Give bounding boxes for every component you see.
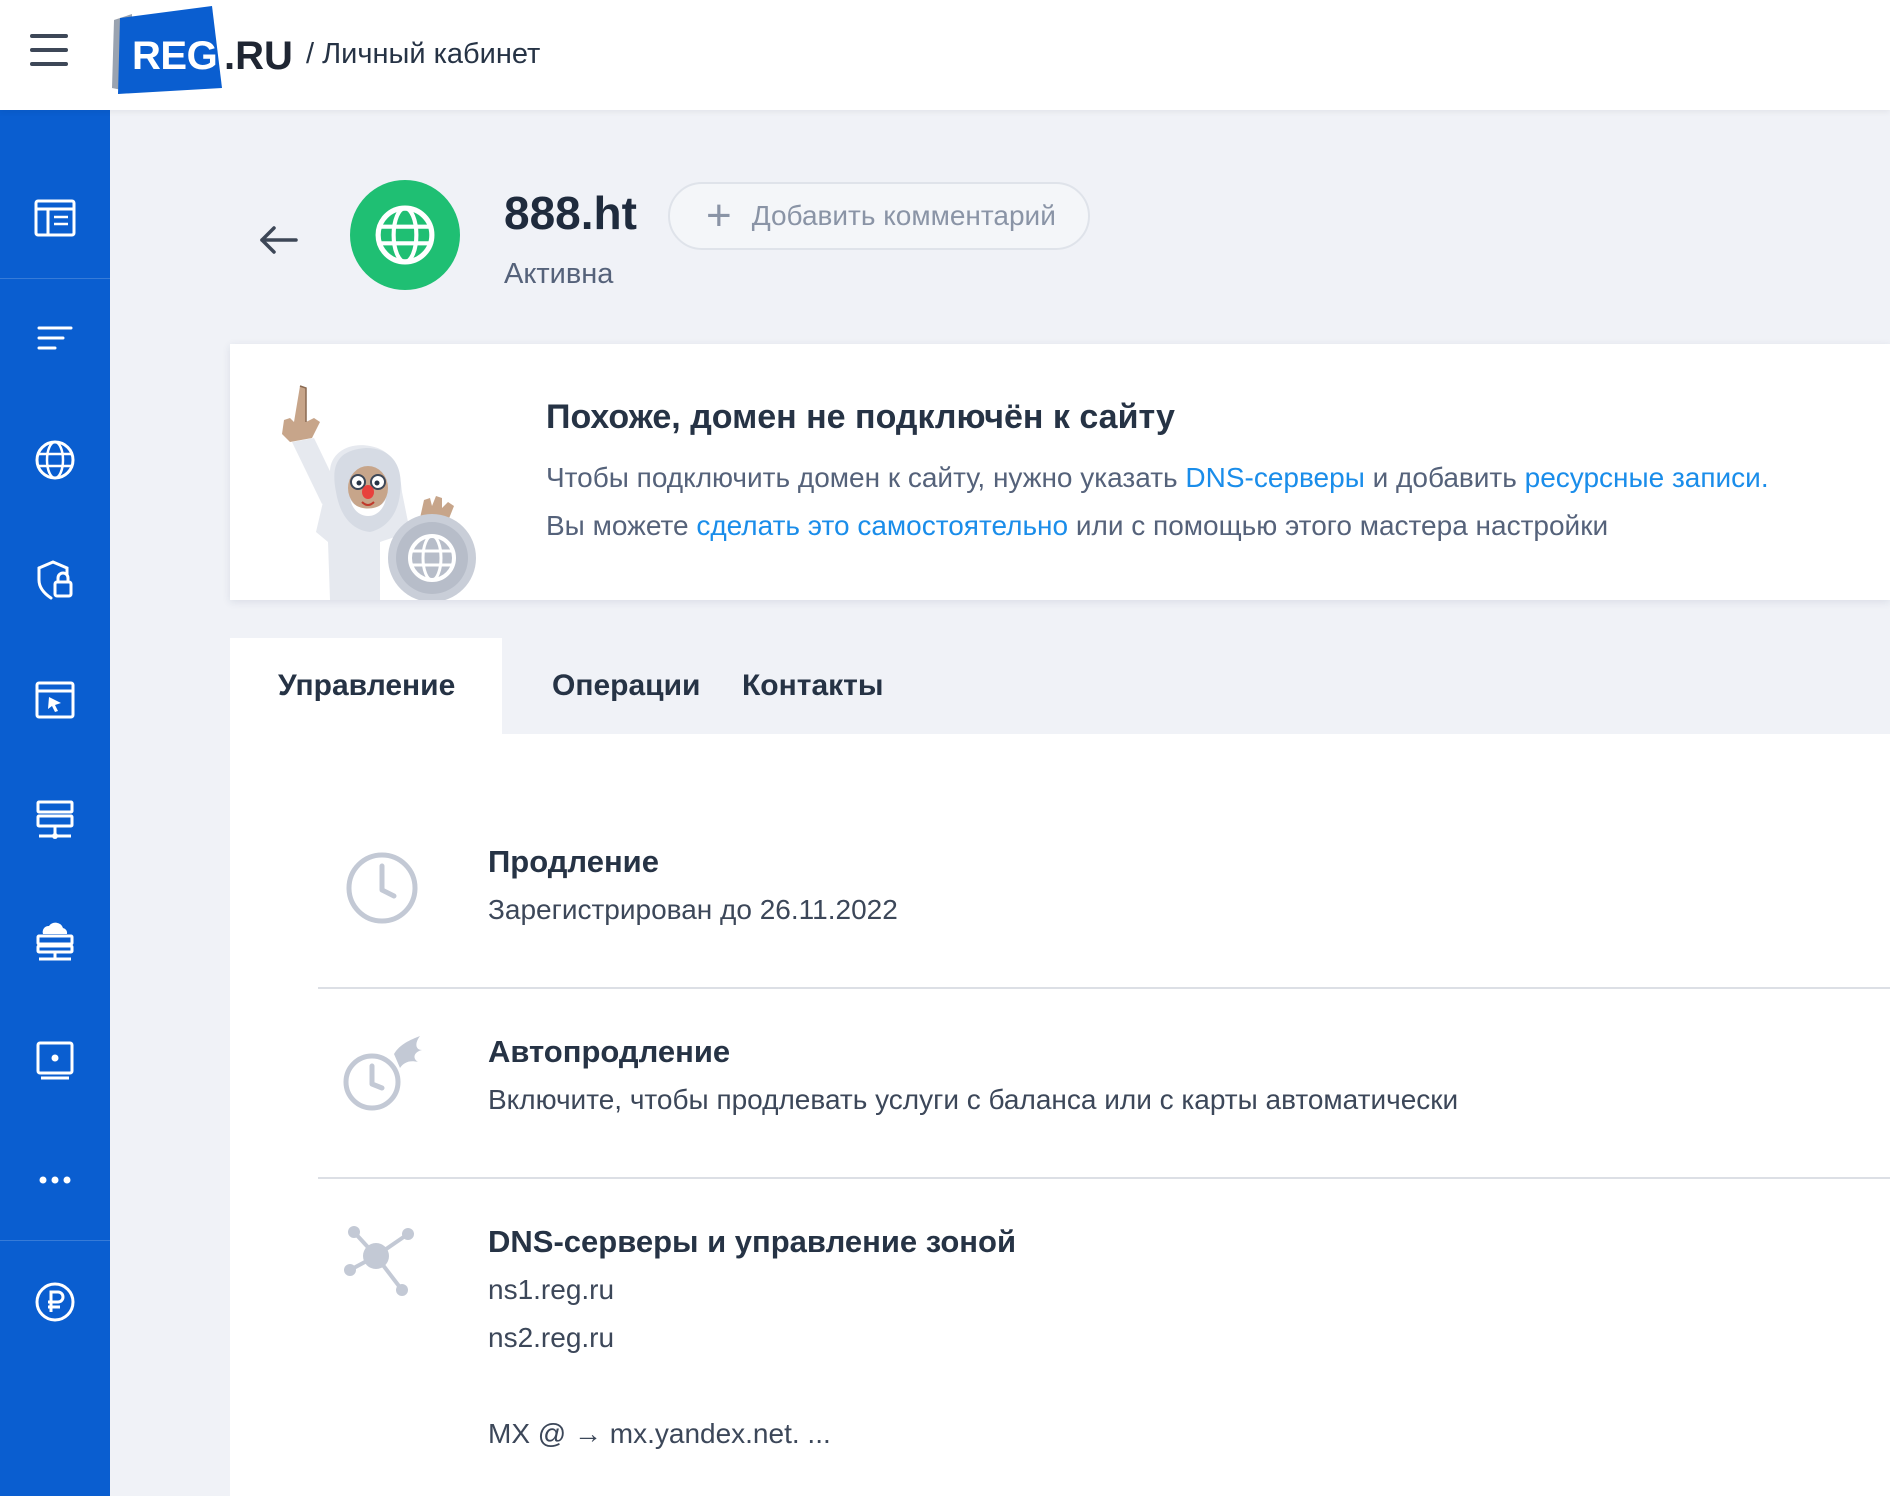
website-cursor-icon	[35, 681, 75, 719]
sidebar-item-ssl[interactable]	[0, 520, 110, 640]
server-icon	[36, 800, 74, 839]
autorenew-section[interactable]: Автопродление Включите, чтобы продлевать…	[318, 1030, 1890, 1180]
section-divider	[318, 987, 1890, 989]
autorenew-clock-icon	[343, 1036, 422, 1111]
dns-title: DNS-серверы и управление зоной	[488, 1224, 1017, 1259]
globe-icon	[375, 205, 435, 265]
autorenew-title: Автопродление	[488, 1034, 731, 1069]
notice-text: или с помощью этого мастера настройки	[1068, 510, 1609, 541]
tab-operations[interactable]: Операции	[502, 638, 742, 734]
menu-icon[interactable]	[30, 34, 68, 68]
renewal-date: Зарегистрирован до 26.11.2022	[488, 894, 898, 925]
logo-text: REG	[132, 34, 218, 78]
nameserver-1: ns1.reg.ru	[488, 1274, 615, 1305]
sidebar-item-domains[interactable]	[0, 400, 110, 520]
tab-contacts[interactable]: Контакты	[742, 638, 942, 734]
tab-bar: Управление Операции Контакты	[230, 638, 942, 734]
dns-network-icon	[344, 1226, 414, 1296]
plus-icon: +	[706, 191, 732, 240]
sidebar-item-cloud[interactable]	[0, 880, 110, 1000]
notice-text-line-2: Вы можете сделать это самостоятельно или…	[546, 510, 1608, 542]
status-label: Активна	[504, 258, 614, 290]
management-panel: Продление Зарегистрирован до 26.11.2022 …	[230, 734, 1890, 1496]
globe-icon	[35, 440, 75, 480]
sidebar-item-hosting[interactable]	[0, 760, 110, 880]
sidebar	[0, 110, 110, 1496]
nameserver-2: ns2.reg.ru	[488, 1322, 615, 1353]
notice-text: .	[1760, 462, 1769, 493]
sidebar-item-list[interactable]	[0, 280, 110, 400]
do-it-yourself-link[interactable]: сделать это самостоятельно	[696, 510, 1068, 541]
renewal-section[interactable]: Продление Зарегистрирован до 26.11.2022	[318, 840, 1890, 990]
yeti-mascot-illustration	[282, 385, 476, 600]
notice-text-line-1: Чтобы подключить домен к сайту, нужно ук…	[546, 462, 1769, 494]
sidebar-item-dashboard[interactable]	[0, 158, 110, 278]
resource-records-link[interactable]: ресурсные записи	[1525, 462, 1761, 493]
domain-globe-avatar	[350, 180, 460, 290]
ruble-icon	[35, 1282, 75, 1322]
back-arrow-icon[interactable]	[256, 218, 300, 262]
sidebar-divider	[0, 278, 110, 279]
shield-lock-icon	[37, 560, 73, 600]
dns-section[interactable]: DNS-серверы и управление зоной ns1.reg.r…	[318, 1220, 1890, 1496]
vps-icon	[36, 1041, 74, 1080]
clock-icon	[346, 852, 418, 924]
section-divider	[318, 1177, 1890, 1179]
autorenew-description: Включите, чтобы продлевать услуги с бала…	[488, 1084, 1459, 1115]
mx-record: MX @ → mx.yandex.net. ...	[488, 1418, 831, 1449]
sidebar-item-website[interactable]	[0, 640, 110, 760]
breadcrumb[interactable]: / Личный кабинет	[306, 38, 540, 71]
notice-title: Похоже, домен не подключён к сайту	[546, 398, 1175, 436]
add-comment-label: Добавить комментарий	[751, 200, 1056, 231]
sidebar-divider	[0, 1240, 110, 1241]
logo-suffix: .RU	[224, 34, 293, 78]
more-icon	[39, 1176, 71, 1184]
sidebar-item-billing[interactable]	[0, 1242, 110, 1362]
tab-management[interactable]: Управление	[230, 638, 502, 734]
sidebar-item-vps[interactable]	[0, 1000, 110, 1120]
cloud-server-icon	[36, 922, 74, 961]
notice-text: и добавить	[1364, 462, 1525, 493]
page-title: 888.ht	[504, 187, 637, 239]
sidebar-item-more[interactable]	[0, 1120, 110, 1240]
renewal-title: Продление	[488, 844, 659, 879]
notice-text: Вы можете	[546, 510, 697, 541]
list-icon	[37, 326, 73, 350]
add-comment-button[interactable]: + Добавить комментарий	[668, 182, 1090, 250]
domain-not-connected-notice: Похоже, домен не подключён к сайту Чтобы…	[230, 344, 1890, 600]
dns-servers-link[interactable]: DNS-серверы	[1185, 462, 1364, 493]
dashboard-icon	[34, 199, 76, 237]
top-bar: REG .RU / Личный кабинет	[0, 0, 1890, 110]
notice-text: Чтобы подключить домен к сайту, нужно ук…	[546, 462, 1186, 493]
reg-ru-logo[interactable]: REG .RU	[112, 6, 302, 96]
